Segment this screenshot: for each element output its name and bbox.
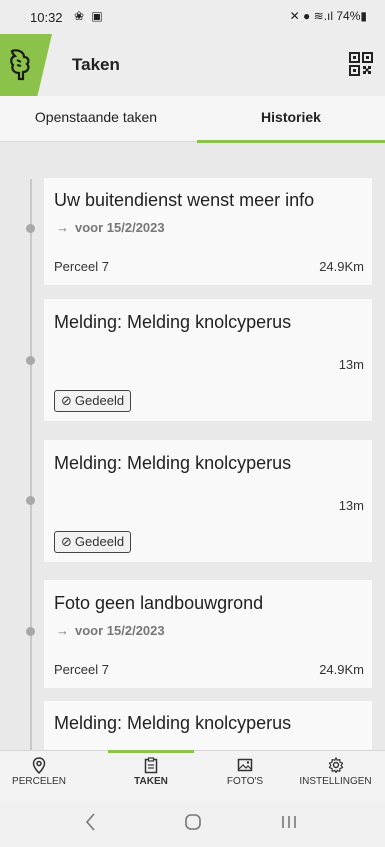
nav-label: PERCELEN	[12, 776, 66, 787]
badge-label: Gedeeld	[74, 534, 125, 549]
task-title: Melding: Melding knolcyperus	[54, 453, 292, 473]
recent-apps-icon[interactable]	[280, 812, 298, 838]
back-icon[interactable]	[84, 812, 96, 838]
nav-taken[interactable]: TAKEN	[100, 750, 202, 803]
task-title: Foto geen landbouwgrond	[54, 593, 264, 613]
nav-label: TAKEN	[134, 776, 168, 787]
notification-icons: ❀ ▣	[74, 9, 105, 23]
task-card[interactable]: Melding: Melding knolcyperus 13m ⊘ Gedeel…	[44, 440, 372, 562]
nav-instellingen[interactable]: INSTELLINGEN	[286, 751, 385, 803]
bottom-navigation: PERCELEN TAKEN FOTO'S INSTELLINGEN	[0, 750, 385, 802]
nav-label: INSTELLINGEN	[299, 776, 372, 787]
timeline-dot	[26, 496, 35, 505]
task-title: Uw buitendienst wenst meer info	[54, 190, 315, 210]
app-header: Taken	[0, 34, 385, 96]
nav-label: FOTO'S	[226, 776, 264, 787]
qr-code-icon[interactable]	[349, 52, 373, 76]
paperclip-icon: ⊘	[61, 534, 72, 549]
task-due-date: voor 15/2/2023	[75, 623, 165, 638]
clipboard-icon	[100, 751, 202, 774]
task-title: Melding: Melding knolcyperus	[54, 312, 292, 332]
task-due: → voor 15/2/2023	[56, 623, 165, 638]
system-status-icons: ✕ ● ≋.ıl 74%▮	[289, 9, 367, 23]
task-due: → voor 15/2/2023	[56, 220, 165, 235]
badge-label: Gedeeld	[74, 393, 125, 408]
status-time: 10:32	[30, 10, 63, 25]
flemish-lion-logo	[0, 34, 52, 96]
timeline-dot	[26, 224, 35, 233]
task-field: Perceel 7	[54, 259, 109, 274]
task-distance: 24.9Km	[319, 662, 364, 677]
page-title: Taken	[72, 55, 120, 74]
task-card[interactable]: Melding: Melding knolcyperus 13m ⊘ Gedeel…	[44, 299, 372, 421]
task-card[interactable]: Foto geen landbouwgrond → voor 15/2/2023 …	[44, 580, 372, 688]
status-bar: 10:32 ❀ ▣ ✕ ● ≋.ıl 74%▮	[0, 0, 385, 34]
location-pin-icon	[0, 751, 78, 775]
task-title: Melding: Melding knolcyperus	[54, 713, 292, 733]
shared-badge: ⊘ Gedeeld	[54, 390, 132, 412]
tab-label: Openstaande taken	[34, 109, 158, 125]
task-distance: 13m	[338, 357, 364, 372]
nav-percelen[interactable]: PERCELEN	[0, 751, 78, 803]
task-due-date: voor 15/2/2023	[75, 220, 165, 235]
active-nav-indicator	[108, 750, 194, 753]
system-navigation-bar	[0, 802, 385, 847]
lion-icon	[10, 49, 30, 81]
paperclip-icon: ⊘	[61, 393, 72, 408]
nav-fotos[interactable]: FOTO'S	[210, 751, 280, 803]
tab-openstaande-taken[interactable]: Openstaande taken	[0, 96, 192, 142]
task-distance: 24.9Km	[319, 259, 364, 274]
timeline-line	[30, 179, 32, 750]
task-card[interactable]: Uw buitendienst wenst meer info → voor 15…	[44, 178, 372, 285]
home-icon[interactable]	[184, 812, 202, 838]
tab-label: Historiek	[261, 109, 321, 125]
arrow-right-icon: →	[56, 220, 69, 235]
timeline-dot	[26, 627, 35, 636]
gear-icon	[286, 751, 385, 774]
tab-historiek[interactable]: Historiek	[197, 96, 385, 143]
photo-icon	[210, 751, 280, 773]
timeline-dot	[26, 356, 35, 365]
task-distance: 13m	[338, 498, 364, 513]
shared-badge: ⊘ Gedeeld	[54, 531, 132, 553]
tab-bar: Openstaande taken Historiek	[0, 96, 385, 143]
arrow-right-icon: →	[56, 623, 69, 638]
task-card[interactable]: Melding: Melding knolcyperus	[44, 701, 372, 750]
task-history-list[interactable]: Uw buitendienst wenst meer info → voor 15…	[0, 143, 385, 750]
task-field: Perceel 7	[54, 662, 109, 677]
